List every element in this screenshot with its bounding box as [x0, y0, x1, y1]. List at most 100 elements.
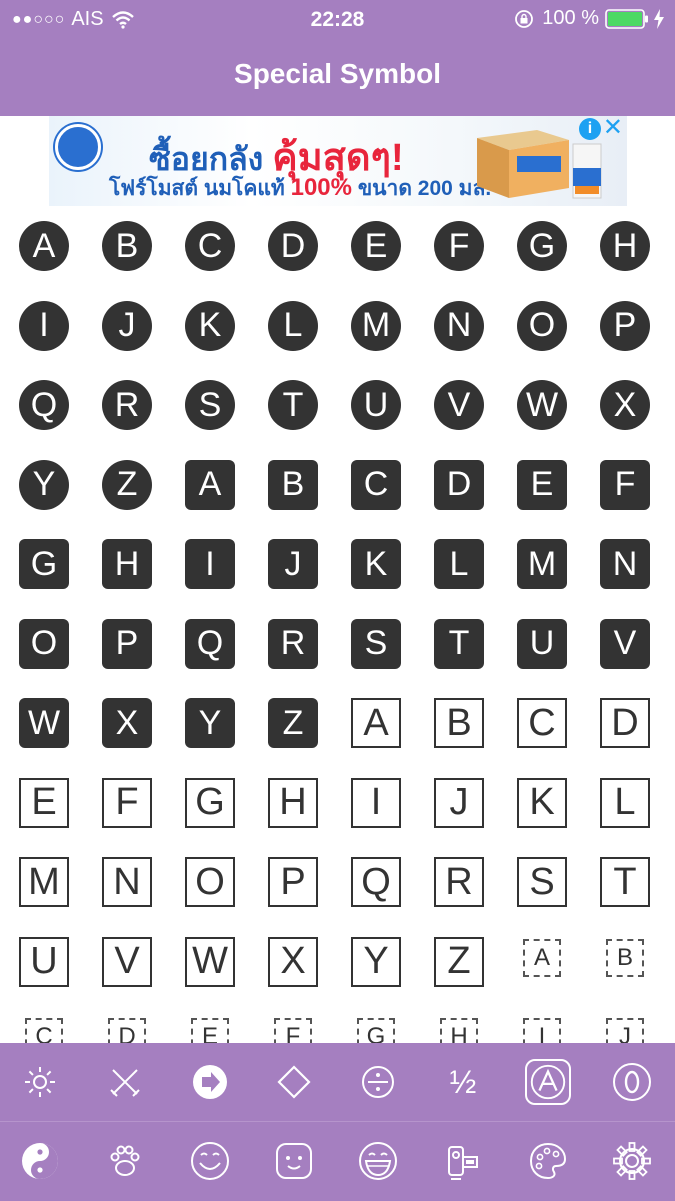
symbol-square-u[interactable]: U	[517, 618, 567, 669]
category-button-6[interactable]	[525, 1059, 571, 1105]
symbol-circle-c[interactable]: C	[185, 221, 235, 271]
symbol-dashed-e[interactable]: E	[191, 1018, 229, 1043]
symbol-square-f[interactable]: F	[600, 459, 650, 510]
tab-button-5[interactable]	[438, 1136, 488, 1186]
symbol-circle-p[interactable]: P	[600, 300, 650, 351]
symbol-circle-a[interactable]: A	[19, 221, 69, 271]
symbol-outline-p[interactable]: P	[268, 857, 318, 907]
symbol-dashed-g[interactable]: G	[357, 1018, 395, 1043]
symbol-outline-o[interactable]: O	[185, 857, 235, 907]
tab-button-6[interactable]	[523, 1136, 573, 1186]
symbol-circle-x[interactable]: X	[600, 380, 650, 430]
symbol-square-x[interactable]: X	[102, 698, 152, 748]
ad-close-icon[interactable]: ✕	[603, 116, 623, 140]
symbol-outline-g[interactable]: G	[185, 777, 235, 828]
symbol-circle-n[interactable]: N	[434, 300, 484, 351]
symbol-circle-g[interactable]: G	[517, 221, 567, 271]
symbol-dashed-f[interactable]: F	[274, 1018, 312, 1043]
symbol-outline-l[interactable]: L	[600, 777, 650, 828]
ad-banner[interactable]: ซื้อยกลัง คุ้มสุดๆ! โฟร์โมสต์ นมโคแท้ 10…	[49, 116, 627, 206]
symbol-circle-j[interactable]: J	[102, 300, 152, 351]
symbol-dashed-b[interactable]: B	[606, 938, 644, 977]
symbol-circle-z[interactable]: Z	[102, 459, 152, 510]
symbol-circle-i[interactable]: I	[19, 300, 69, 351]
category-button-5[interactable]: ½	[438, 1057, 488, 1107]
symbol-outline-n[interactable]: N	[102, 857, 152, 907]
category-button-2[interactable]	[185, 1057, 235, 1107]
tab-button-4[interactable]	[353, 1136, 403, 1186]
symbol-square-y[interactable]: Y	[185, 698, 235, 748]
symbol-square-a[interactable]: A	[185, 459, 235, 510]
symbol-outline-b[interactable]: B	[434, 698, 484, 748]
symbol-square-n[interactable]: N	[600, 539, 650, 589]
symbol-circle-k[interactable]: K	[185, 300, 235, 351]
symbol-dashed-i[interactable]: I	[523, 1018, 561, 1043]
symbol-outline-j[interactable]: J	[434, 777, 484, 828]
symbol-circle-t[interactable]: T	[268, 380, 318, 430]
symbol-square-q[interactable]: Q	[185, 618, 235, 669]
symbol-outline-v[interactable]: V	[102, 936, 152, 987]
symbol-circle-f[interactable]: F	[434, 221, 484, 271]
symbol-square-w[interactable]: W	[19, 698, 69, 748]
category-button-0[interactable]	[15, 1057, 65, 1107]
symbol-square-c[interactable]: C	[351, 459, 401, 510]
symbol-outline-k[interactable]: K	[517, 777, 567, 828]
symbol-circle-b[interactable]: B	[102, 221, 152, 271]
symbol-dashed-a[interactable]: A	[523, 938, 561, 977]
symbol-square-i[interactable]: I	[185, 539, 235, 589]
symbol-square-h[interactable]: H	[102, 539, 152, 589]
symbol-outline-a[interactable]: A	[351, 698, 401, 748]
symbol-circle-y[interactable]: Y	[19, 459, 69, 510]
symbol-dashed-h[interactable]: H	[440, 1018, 478, 1043]
symbol-square-t[interactable]: T	[434, 618, 484, 669]
symbol-outline-s[interactable]: S	[517, 857, 567, 907]
category-button-4[interactable]	[353, 1057, 403, 1107]
tab-button-0[interactable]	[15, 1136, 65, 1186]
category-button-3[interactable]	[269, 1057, 319, 1107]
symbol-circle-s[interactable]: S	[185, 380, 235, 430]
symbol-outline-i[interactable]: I	[351, 777, 401, 828]
symbol-circle-o[interactable]: O	[517, 300, 567, 351]
symbol-square-o[interactable]: O	[19, 618, 69, 669]
symbol-outline-h[interactable]: H	[268, 777, 318, 828]
symbol-square-r[interactable]: R	[268, 618, 318, 669]
symbol-circle-d[interactable]: D	[268, 221, 318, 271]
symbol-square-g[interactable]: G	[19, 539, 69, 589]
symbol-square-d[interactable]: D	[434, 459, 484, 510]
symbol-circle-v[interactable]: V	[434, 380, 484, 430]
symbol-dashed-d[interactable]: D	[108, 1018, 146, 1043]
symbol-square-v[interactable]: V	[600, 618, 650, 669]
symbol-outline-t[interactable]: T	[600, 857, 650, 907]
symbol-square-l[interactable]: L	[434, 539, 484, 589]
symbol-square-e[interactable]: E	[517, 459, 567, 510]
symbol-square-k[interactable]: K	[351, 539, 401, 589]
symbol-dashed-j[interactable]: J	[606, 1018, 644, 1043]
symbol-outline-w[interactable]: W	[185, 936, 235, 987]
category-button-1[interactable]	[100, 1057, 150, 1107]
symbol-outline-e[interactable]: E	[19, 777, 69, 828]
symbol-square-m[interactable]: M	[517, 539, 567, 589]
tab-button-3[interactable]	[269, 1136, 319, 1186]
symbol-square-s[interactable]: S	[351, 618, 401, 669]
ad-info-icon[interactable]: i	[579, 118, 601, 140]
symbol-circle-q[interactable]: Q	[19, 380, 69, 430]
symbol-circle-w[interactable]: W	[517, 380, 567, 430]
category-button-7[interactable]	[607, 1057, 657, 1107]
symbol-square-p[interactable]: P	[102, 618, 152, 669]
symbol-outline-m[interactable]: M	[19, 857, 69, 907]
symbol-square-j[interactable]: J	[268, 539, 318, 589]
symbol-outline-f[interactable]: F	[102, 777, 152, 828]
symbol-outline-c[interactable]: C	[517, 698, 567, 748]
symbol-circle-u[interactable]: U	[351, 380, 401, 430]
symbol-outline-y[interactable]: Y	[351, 936, 401, 987]
symbol-circle-h[interactable]: H	[600, 221, 650, 271]
symbol-outline-r[interactable]: R	[434, 857, 484, 907]
symbol-circle-l[interactable]: L	[268, 300, 318, 351]
symbol-outline-u[interactable]: U	[19, 936, 69, 987]
symbol-square-b[interactable]: B	[268, 459, 318, 510]
symbol-circle-m[interactable]: M	[351, 300, 401, 351]
symbol-outline-z[interactable]: Z	[434, 936, 484, 987]
tab-button-2[interactable]	[185, 1136, 235, 1186]
symbol-square-z[interactable]: Z	[268, 698, 318, 748]
symbol-circle-e[interactable]: E	[351, 221, 401, 271]
